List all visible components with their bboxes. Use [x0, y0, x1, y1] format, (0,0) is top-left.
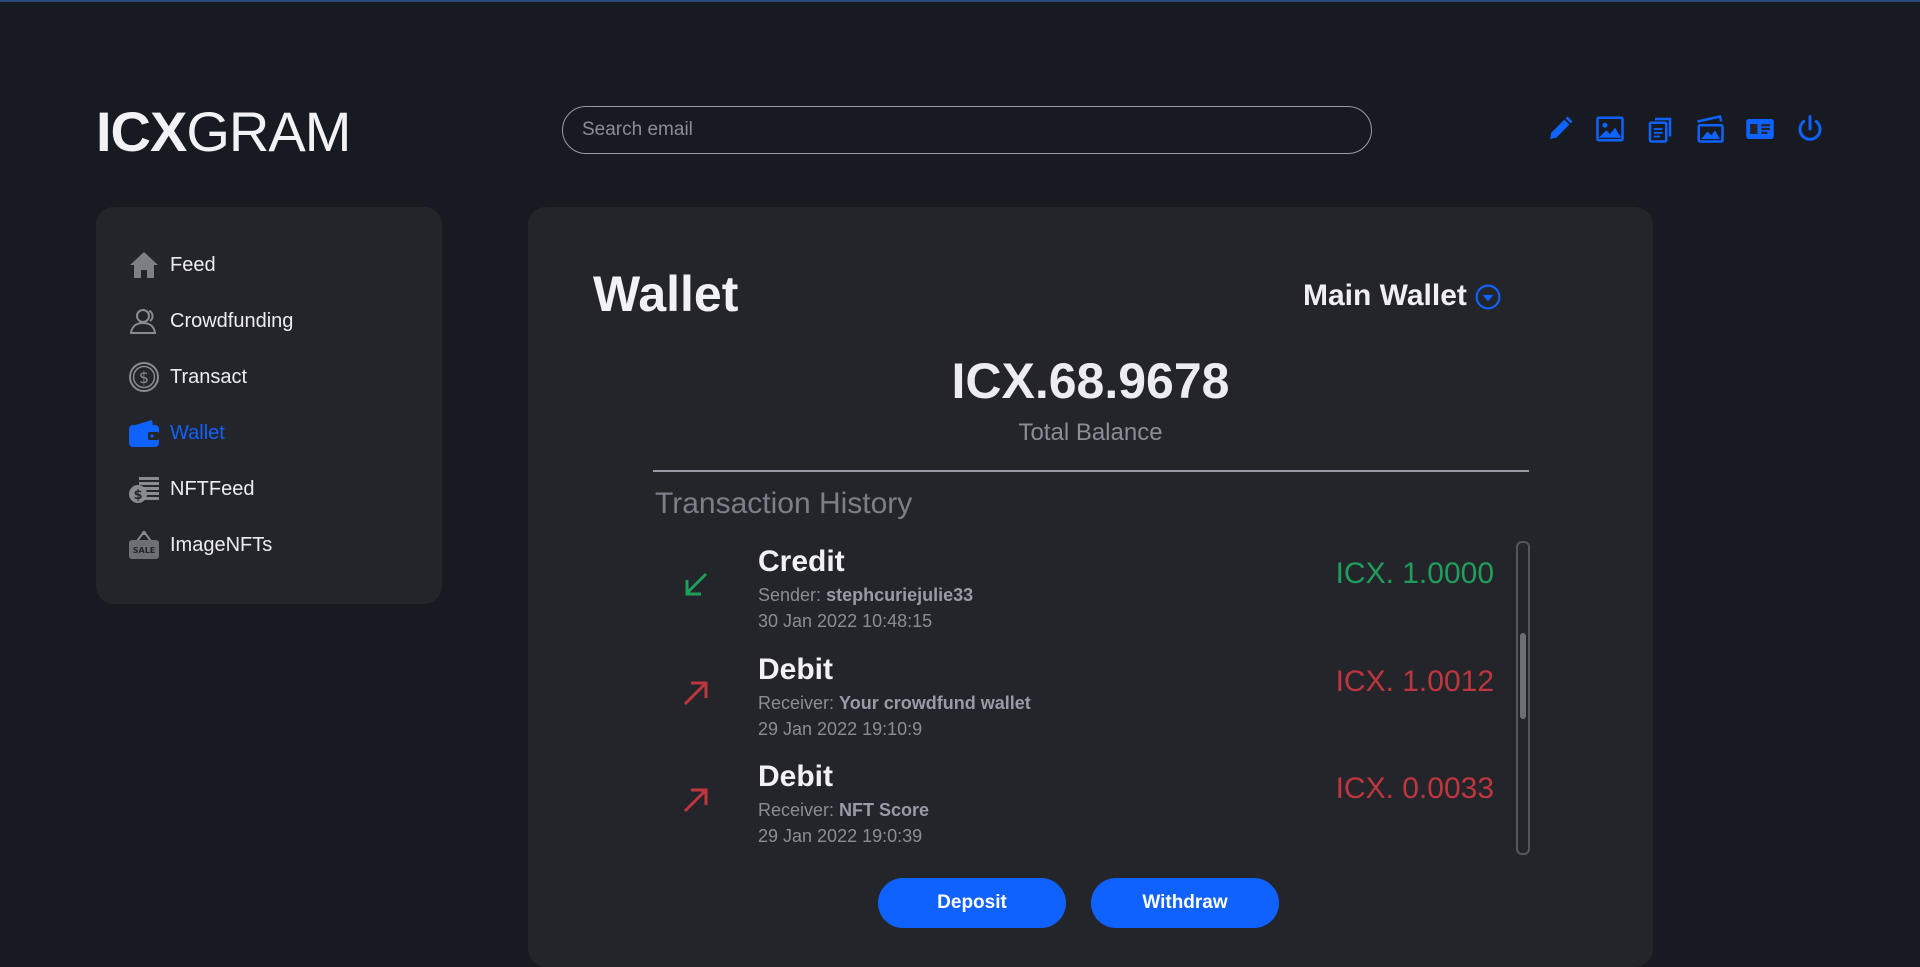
transaction-type: Debit: [758, 760, 833, 793]
documents-icon[interactable]: [1645, 114, 1675, 144]
sidebar-item-label: Transact: [170, 366, 248, 388]
top-accent-line: [0, 0, 1920, 2]
sidebar-item-transact[interactable]: $ Transact: [128, 357, 428, 397]
party-name: Your crowdfund wallet: [839, 693, 1031, 713]
party-label: Receiver:: [758, 693, 835, 713]
sidebar-item-crowdfunding[interactable]: Crowdfunding: [128, 301, 428, 341]
transaction-date: 30 Jan 2022 10:48:15: [758, 611, 933, 631]
wallet-panel: Wallet Main Wallet ICX.68.9678 Total Bal…: [528, 207, 1653, 967]
transaction-amount: ICX. 0.0033: [1335, 772, 1494, 805]
pencil-icon[interactable]: [1545, 114, 1575, 144]
transaction-type: Debit: [758, 653, 833, 686]
sidebar-item-label: ImageNFTs: [170, 534, 273, 556]
image-icon[interactable]: [1595, 114, 1625, 144]
sidebar-item-label: Feed: [170, 254, 216, 276]
media-post-icon[interactable]: [1695, 114, 1725, 144]
transaction-amount: ICX. 1.0000: [1335, 557, 1494, 590]
transaction-party: Sender: stephcuriejulie33: [758, 585, 973, 606]
withdraw-button[interactable]: Withdraw: [1091, 878, 1279, 928]
party-name: stephcuriejulie33: [826, 585, 974, 605]
sidebar-item-feed[interactable]: Feed: [128, 245, 428, 285]
transaction-row[interactable]: Debit Receiver: Your crowdfund wallet 29…: [656, 653, 1494, 761]
arrow-down-left-icon: [680, 569, 712, 601]
sidebar-item-nftfeed[interactable]: $ NFTFeed: [128, 469, 428, 509]
party-label: Receiver:: [758, 800, 835, 820]
transaction-history-title: Transaction History: [655, 487, 913, 520]
sidebar-item-imagenfts[interactable]: SALE ImageNFTs: [128, 525, 428, 565]
svg-text:$: $: [133, 488, 142, 503]
deposit-button[interactable]: Deposit: [878, 878, 1066, 928]
sidebar: Feed Crowdfunding $ Transact Wallet $ NF…: [96, 207, 442, 604]
home-icon: [128, 249, 160, 281]
transaction-date: 29 Jan 2022 19:10:9: [758, 719, 923, 739]
arrow-up-right-icon: [680, 784, 712, 816]
power-icon[interactable]: [1795, 114, 1825, 144]
transaction-party: Receiver: NFT Score: [758, 800, 929, 821]
wallet-selector-label: Main Wallet: [1303, 279, 1467, 312]
transaction-row[interactable]: Credit Sender: stephcuriejulie33 30 Jan …: [656, 545, 1494, 653]
transaction-row[interactable]: Debit Receiver: NFT Score 29 Jan 2022 19…: [656, 760, 1494, 868]
party-label: Sender:: [758, 585, 822, 605]
svg-text:$: $: [139, 368, 149, 387]
transaction-list[interactable]: Credit Sender: stephcuriejulie33 30 Jan …: [656, 545, 1494, 875]
logo-regular-text: GRAM: [186, 100, 351, 163]
transaction-date: 29 Jan 2022 19:0:39: [758, 826, 923, 846]
arrow-up-right-icon: [680, 677, 712, 709]
transaction-amount: ICX. 1.0012: [1335, 665, 1494, 698]
app-logo[interactable]: ICXGRAM: [96, 100, 351, 164]
party-name: NFT Score: [839, 800, 930, 820]
people-icon: [128, 305, 160, 337]
wallet-icon: [128, 417, 160, 449]
sidebar-item-wallet[interactable]: Wallet: [128, 413, 428, 453]
divider: [653, 470, 1529, 472]
sidebar-item-label: Crowdfunding: [170, 310, 294, 332]
svg-text:SALE: SALE: [133, 546, 156, 555]
money-stack-icon: $: [128, 473, 160, 505]
scrollbar-thumb[interactable]: [1520, 633, 1526, 719]
total-balance-value: ICX.68.9678: [951, 353, 1230, 409]
transaction-scrollbar[interactable]: [1516, 541, 1530, 855]
transaction-party: Receiver: Your crowdfund wallet: [758, 693, 1031, 714]
wallet-selector[interactable]: Main Wallet: [1303, 279, 1501, 313]
sidebar-item-label: NFTFeed: [170, 478, 255, 500]
search-input[interactable]: [562, 106, 1372, 154]
page-title: Wallet: [593, 266, 739, 322]
sale-tag-icon: SALE: [128, 529, 160, 561]
transaction-type: Credit: [758, 545, 845, 578]
chevron-down-icon[interactable]: [1475, 284, 1501, 310]
logo-bold-text: ICX: [96, 100, 187, 163]
id-card-icon[interactable]: [1745, 114, 1775, 144]
total-balance-label: Total Balance: [1018, 419, 1163, 446]
sidebar-item-label: Wallet: [170, 422, 225, 444]
dollar-coin-icon: $: [128, 361, 160, 393]
